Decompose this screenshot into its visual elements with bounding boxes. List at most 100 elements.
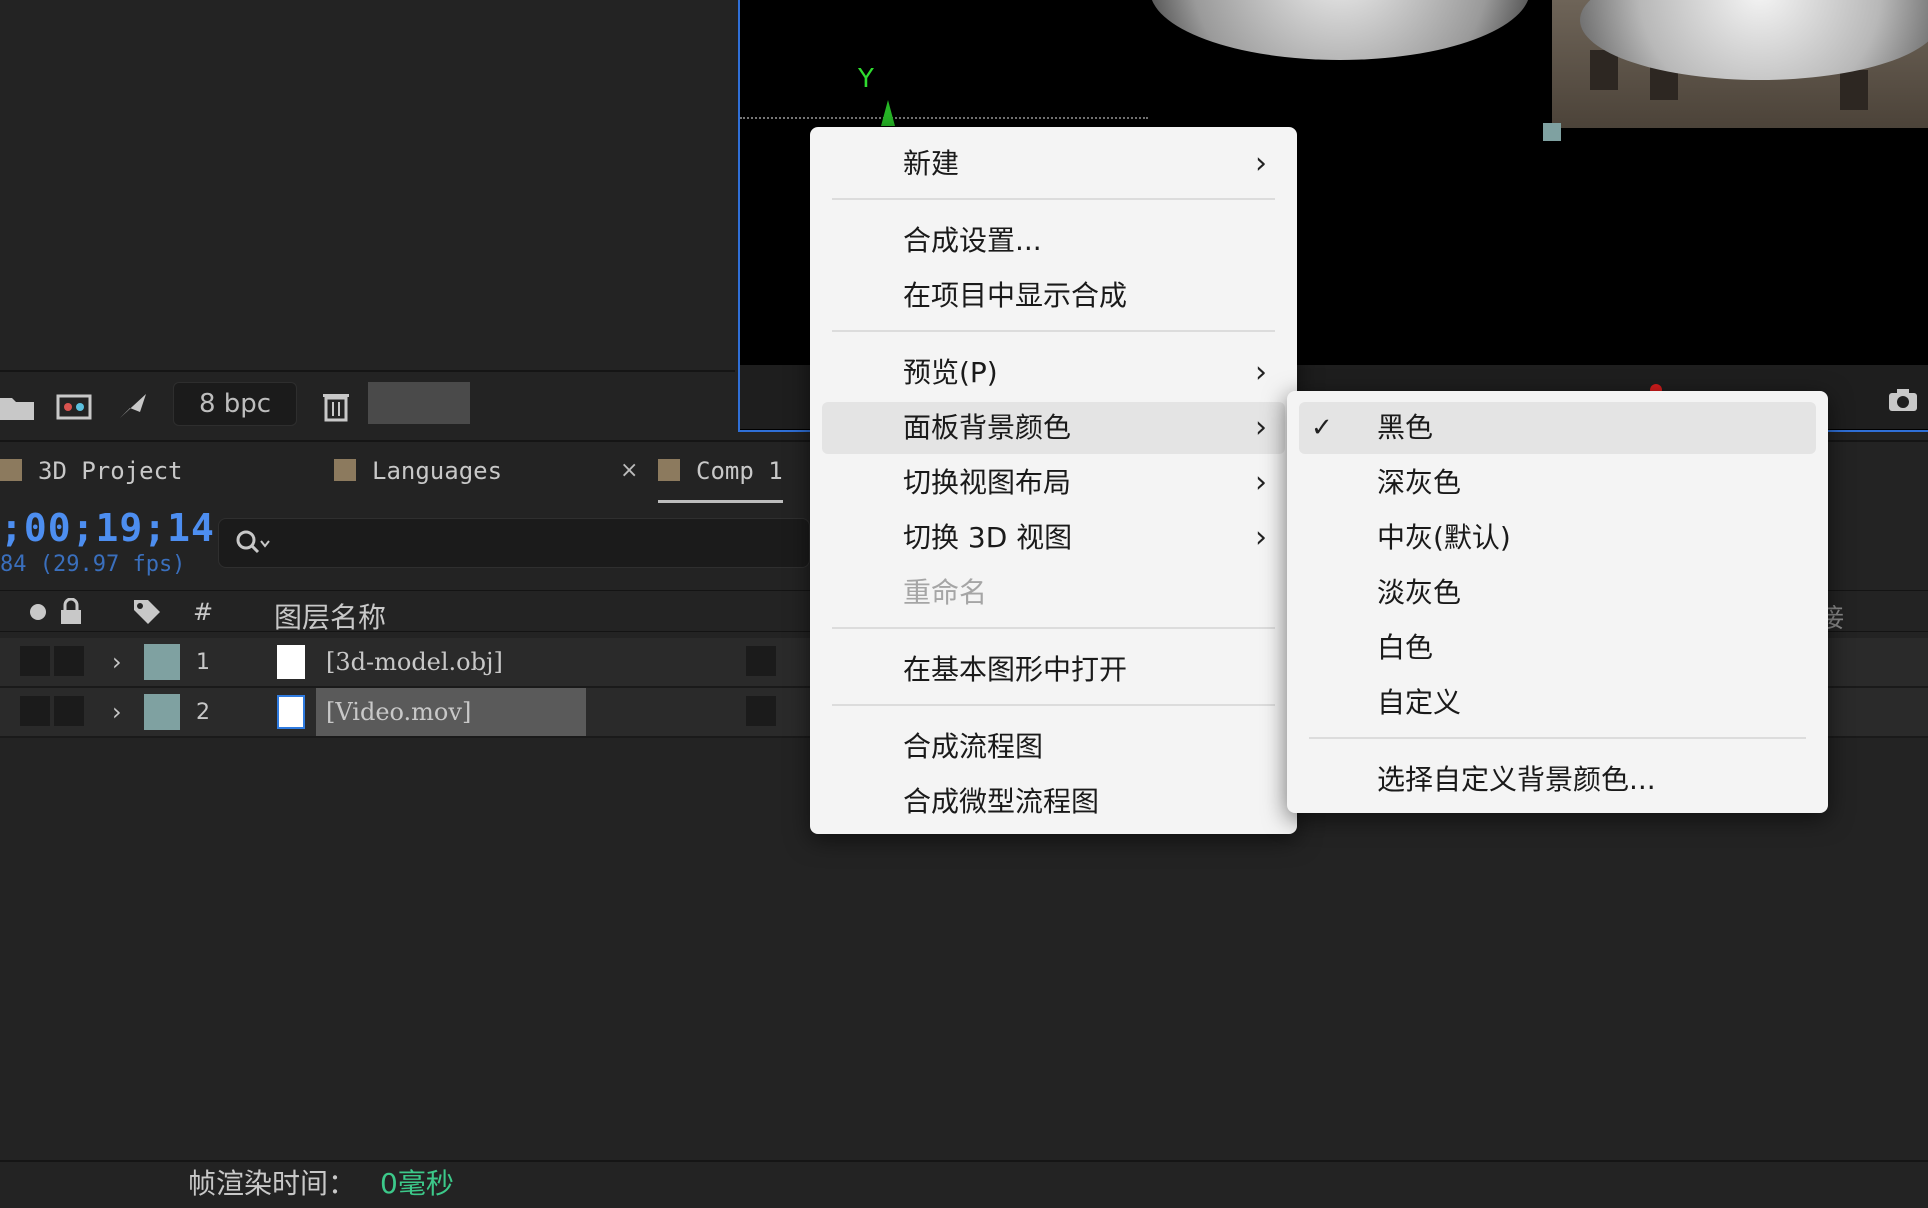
tab-languages[interactable]: Languages xyxy=(334,442,502,500)
menu-item-label: 选择自定义背景颜色... xyxy=(1377,763,1656,796)
frame-rate-display: 84 (29.97 fps) xyxy=(0,552,186,577)
guide-line xyxy=(740,117,1148,119)
menu-item-new[interactable]: 新建 › xyxy=(810,138,1297,190)
new-composition-icon[interactable] xyxy=(56,390,92,422)
search-icon xyxy=(236,530,270,554)
chevron-right-icon: › xyxy=(1255,410,1267,445)
layer-name[interactable]: [Video.mov] xyxy=(326,698,471,726)
menu-item-label: 新建 xyxy=(903,147,960,180)
menu-item-composition-settings[interactable]: 合成设置... xyxy=(810,215,1297,267)
menu-item-composition-flowchart[interactable]: 合成流程图 xyxy=(810,721,1297,773)
menu-item-open-in-essential-graphics[interactable]: 在基本图形中打开 xyxy=(810,644,1297,696)
tab-color-chip xyxy=(334,459,356,481)
folder-icon[interactable] xyxy=(0,390,36,422)
y-axis-label: Y xyxy=(858,64,874,94)
menu-separator xyxy=(832,627,1275,629)
video-toggle[interactable] xyxy=(20,646,50,676)
layer-number: 1 xyxy=(196,650,210,675)
menu-item-label: 预览(P) xyxy=(903,356,998,389)
menu-item-label: 黑色 xyxy=(1377,411,1434,444)
close-icon[interactable]: × xyxy=(620,442,638,500)
layer-label-color[interactable] xyxy=(144,644,180,680)
menu-item-switch-3d-view[interactable]: 切换 3D 视图 › xyxy=(810,512,1297,564)
render-time-label: 帧渲染时间： xyxy=(188,1167,357,1200)
background-color-submenu: ✓ 黑色 深灰色 中灰(默认) 淡灰色 白色 自定义 选择自定义背景颜色... xyxy=(1287,391,1828,813)
menu-item-rename: 重命名 xyxy=(810,567,1297,619)
transform-handle[interactable] xyxy=(1543,123,1561,141)
solo-icon[interactable] xyxy=(28,602,48,622)
submenu-item-black[interactable]: ✓ 黑色 xyxy=(1299,402,1816,454)
switch-box[interactable] xyxy=(746,696,776,726)
camera-icon[interactable] xyxy=(1888,388,1918,412)
layer-number: 2 xyxy=(196,700,210,725)
column-layer-name[interactable]: 图层名称 xyxy=(274,596,386,636)
chevron-right-icon: › xyxy=(1255,465,1267,500)
bit-depth-button[interactable]: 8 bpc xyxy=(173,382,297,426)
file-icon xyxy=(277,645,305,679)
menu-item-panel-background-color[interactable]: 面板背景颜色 › xyxy=(822,402,1285,454)
menu-item-label: 在基本图形中打开 xyxy=(903,653,1128,686)
chevron-right-icon: › xyxy=(1255,520,1267,555)
menu-item-label: 合成设置... xyxy=(903,224,1042,257)
y-axis-arrow-icon[interactable] xyxy=(881,100,895,126)
video-file-icon xyxy=(277,695,305,729)
menu-item-label: 自定义 xyxy=(1377,686,1462,719)
tab-label: Languages xyxy=(372,457,503,485)
menu-item-reveal-in-project[interactable]: 在项目中显示合成 xyxy=(810,270,1297,322)
solo-toggle[interactable] xyxy=(54,696,84,726)
menu-item-label: 面板背景颜色 xyxy=(903,411,1072,444)
tab-3d-project[interactable]: 3D Project xyxy=(0,442,183,500)
color-swatch[interactable] xyxy=(368,382,470,424)
expand-chevron-icon[interactable]: › xyxy=(112,698,122,726)
solo-toggle[interactable] xyxy=(54,646,84,676)
menu-item-label: 深灰色 xyxy=(1377,466,1462,499)
project-panel xyxy=(0,0,735,370)
menu-separator xyxy=(832,330,1275,332)
menu-item-switch-view-layout[interactable]: 切换视图布局 › xyxy=(810,457,1297,509)
menu-separator xyxy=(832,198,1275,200)
context-menu: 新建 › 合成设置... 在项目中显示合成 预览(P) › 面板背景颜色 › 切换视图… xyxy=(810,127,1297,834)
tab-color-chip xyxy=(658,459,680,481)
chevron-right-icon: › xyxy=(1255,355,1267,390)
menu-item-label: 合成流程图 xyxy=(903,730,1044,763)
menu-item-label: 在项目中显示合成 xyxy=(903,279,1128,312)
render-queue-icon[interactable] xyxy=(116,390,152,422)
video-toggle[interactable] xyxy=(20,696,50,726)
label-tag-icon[interactable] xyxy=(132,598,162,628)
window-detail xyxy=(1590,50,1618,90)
menu-item-label: 白色 xyxy=(1377,631,1434,664)
menu-item-composition-mini-flowchart[interactable]: 合成微型流程图 xyxy=(810,776,1297,828)
render-time-value: 0毫秒 xyxy=(380,1167,454,1200)
submenu-item-white[interactable]: 白色 xyxy=(1287,622,1828,674)
tab-label: 3D Project xyxy=(38,457,183,485)
lock-icon[interactable] xyxy=(58,598,84,626)
submenu-item-light-gray[interactable]: 淡灰色 xyxy=(1287,567,1828,619)
expand-chevron-icon[interactable]: › xyxy=(112,648,122,676)
menu-item-label: 切换视图布局 xyxy=(903,466,1072,499)
submenu-item-choose-custom-color[interactable]: 选择自定义背景颜色... xyxy=(1287,754,1828,806)
menu-separator xyxy=(1309,737,1806,739)
tab-comp-1[interactable]: Comp 1 xyxy=(658,442,783,503)
submenu-item-dark-gray[interactable]: 深灰色 xyxy=(1287,457,1828,509)
chevron-right-icon: › xyxy=(1255,146,1267,181)
menu-item-preview[interactable]: 预览(P) › xyxy=(810,347,1297,399)
layer-label-color[interactable] xyxy=(144,694,180,730)
layer-name[interactable]: [3d-model.obj] xyxy=(326,648,503,676)
tab-label: Comp 1 xyxy=(696,457,783,485)
column-layer-number: # xyxy=(193,598,214,626)
menu-item-label: 重命名 xyxy=(903,576,988,609)
menu-item-label: 合成微型流程图 xyxy=(903,785,1100,818)
current-time-display[interactable]: ;00;19;14 xyxy=(0,506,215,550)
menu-separator xyxy=(832,704,1275,706)
submenu-item-medium-gray[interactable]: 中灰(默认) xyxy=(1287,512,1828,564)
menu-item-label: 淡灰色 xyxy=(1377,576,1462,609)
window-detail xyxy=(1840,70,1868,110)
submenu-item-custom[interactable]: 自定义 xyxy=(1287,677,1828,729)
tab-color-chip xyxy=(0,459,22,481)
layer-search-input[interactable] xyxy=(218,518,810,568)
switch-box[interactable] xyxy=(746,646,776,676)
checkmark-icon: ✓ xyxy=(1311,413,1333,443)
project-footer: 8 bpc xyxy=(0,370,735,432)
menu-item-label: 切换 3D 视图 xyxy=(903,521,1073,554)
trash-icon[interactable] xyxy=(318,390,354,422)
